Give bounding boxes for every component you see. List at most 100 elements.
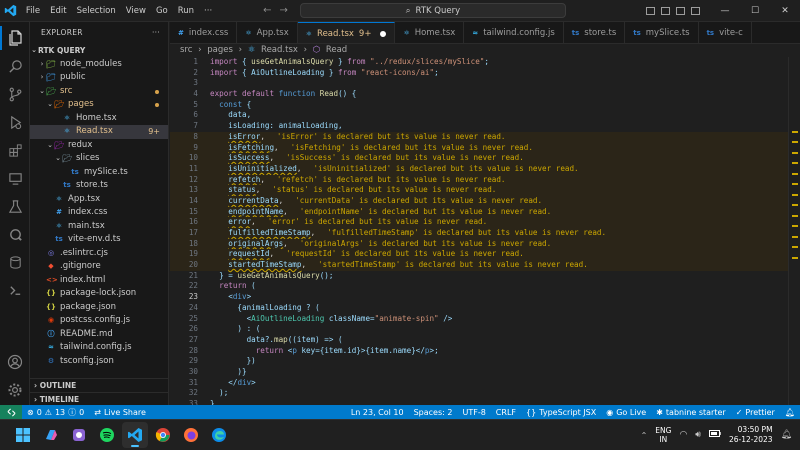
outline-section[interactable]: › OUTLINE <box>30 378 169 391</box>
wifi-icon[interactable]: ◠ <box>679 430 687 440</box>
file-item[interactable]: ts mySlice.ts <box>30 166 168 180</box>
cursor-position[interactable]: Ln 23, Col 10 <box>346 408 409 417</box>
code-line[interactable]: 2 import { AiOutlineLoading } from "react… <box>170 68 800 79</box>
folder-item[interactable]: › 📁︎ node_modules <box>30 58 168 72</box>
problems-status[interactable]: ⊗ 0 ⚠ 13 ⓘ 0 <box>22 407 89 418</box>
code-line[interactable]: 14 currentData,'currentData' is declared… <box>170 195 800 207</box>
code-line[interactable]: 5 const { <box>170 100 800 111</box>
encoding[interactable]: UTF-8 <box>457 408 490 417</box>
code-line[interactable]: 31 </div> <box>170 378 800 389</box>
notifications-bell-icon[interactable]: 🔔︎ <box>780 408 800 417</box>
accounts-icon[interactable] <box>0 350 30 374</box>
code-line[interactable]: 26 ) : ( <box>170 324 800 335</box>
end-of-line[interactable]: CRLF <box>491 408 521 417</box>
firefox-icon[interactable] <box>178 422 204 448</box>
clock[interactable]: 03:50 PM 26-12-2023 <box>729 425 773 445</box>
battery-icon[interactable] <box>708 430 721 440</box>
close-icon[interactable]: ✕ <box>770 0 800 22</box>
live-share-status[interactable]: ⇄ Live Share <box>89 408 151 417</box>
menu-edit[interactable]: Edit <box>45 0 71 22</box>
code-line[interactable]: 13 status,'status' is declared but its v… <box>170 185 800 196</box>
forward-arrow-icon[interactable]: → <box>280 5 288 16</box>
file-item[interactable]: <> index.html <box>30 274 168 288</box>
folder-item[interactable]: ⌄ 📂︎ redux <box>30 139 168 153</box>
menu-go[interactable]: Go <box>151 0 173 22</box>
breadcrumb-pages[interactable]: pages <box>207 45 233 55</box>
files-icon[interactable] <box>0 26 30 50</box>
file-item[interactable]: ⚛ Home.tsx <box>30 112 168 126</box>
testing-icon[interactable] <box>0 194 30 218</box>
file-item[interactable]: ⓘ README.md <box>30 328 168 342</box>
menu-file[interactable]: File <box>21 0 45 22</box>
code-editor[interactable]: 1 import { useGetAnimalsQuery } from "../… <box>170 57 800 408</box>
file-item[interactable]: {} package-lock.json <box>30 287 168 301</box>
file-item[interactable]: ts vite-env.d.ts <box>30 233 168 247</box>
code-line[interactable]: 15 endpointName,'endpointName' is declar… <box>170 206 800 218</box>
menu-view[interactable]: View <box>121 0 151 22</box>
code-line[interactable]: 20 startedTimeStamp,'startedTimeStamp' i… <box>170 260 800 271</box>
code-line[interactable]: 11 isUninitialized,'isUninitialized' is … <box>170 163 800 175</box>
remote-explorer-icon[interactable] <box>0 166 30 190</box>
file-item[interactable]: ⚛ App.tsx <box>30 193 168 207</box>
code-line[interactable]: 22 return ( <box>170 281 800 292</box>
editor-tab[interactable]: ⚛ Home.tsx <box>395 22 465 43</box>
source-control-icon[interactable] <box>0 82 30 106</box>
menu-more[interactable]: ··· <box>199 0 217 22</box>
editor-tab[interactable]: # index.css <box>170 22 238 43</box>
manage-gear-icon[interactable] <box>0 378 30 402</box>
file-item[interactable]: ⚛ main.tsx <box>30 220 168 234</box>
toggle-panel-icon[interactable] <box>661 6 670 15</box>
volume-icon[interactable]: 🔊︎ <box>695 430 701 440</box>
file-item[interactable]: ◆ .gitignore <box>30 260 168 274</box>
copilot-icon[interactable] <box>38 422 64 448</box>
folder-item[interactable]: ⌄ 📂︎ pages <box>30 98 168 112</box>
code-line[interactable]: 32 ); <box>170 388 800 399</box>
spotify-icon[interactable] <box>94 422 120 448</box>
file-item[interactable]: ⚙ tsconfig.json <box>30 355 168 369</box>
breadcrumb-file[interactable]: Read.tsx <box>261 45 298 55</box>
editor-overview-ruler[interactable] <box>788 57 800 405</box>
toggle-secondary-sidebar-icon[interactable] <box>676 6 685 15</box>
minimize-icon[interactable]: — <box>710 0 740 22</box>
code-line[interactable]: 3 <box>170 78 800 89</box>
code-line[interactable]: 30 )} <box>170 367 800 378</box>
search-icon[interactable] <box>0 54 30 78</box>
run-debug-icon[interactable] <box>0 110 30 134</box>
terminal-icon[interactable] <box>0 278 30 302</box>
folder-item[interactable]: ⌄ 📂︎ slices <box>30 152 168 166</box>
language-mode[interactable]: {} TypeScript JSX <box>521 408 601 417</box>
editor-tab[interactable]: ⚛ App.tsx <box>237 22 298 43</box>
back-arrow-icon[interactable]: ← <box>263 5 271 16</box>
file-item[interactable]: ◉ postcss.config.js <box>30 314 168 328</box>
editor-tab[interactable]: ⚛ Read.tsx 9+ <box>297 22 396 43</box>
code-line[interactable]: 25 <AiOutlineLoading className="animate-… <box>170 314 800 325</box>
menu-run[interactable]: Run <box>173 0 199 22</box>
code-line[interactable]: 23 <div> <box>170 292 800 303</box>
code-line[interactable]: 4 export default function Read() { <box>170 89 800 100</box>
command-center-search[interactable]: ⌕ RTK Query <box>299 3 566 18</box>
folder-item[interactable]: › 📁︎ public <box>30 71 168 85</box>
code-line[interactable]: 29 }) <box>170 356 800 367</box>
tabnine-status[interactable]: ✱ tabnine starter <box>651 408 731 417</box>
timeline-section[interactable]: › TIMELINE <box>30 392 169 405</box>
more-actions-icon[interactable]: ··· <box>152 22 160 44</box>
code-line[interactable]: 28 return <p key={item.id}>{item.name}</… <box>170 346 800 357</box>
maximize-icon[interactable]: ☐ <box>740 0 770 22</box>
extensions-icon[interactable] <box>0 138 30 162</box>
file-item[interactable]: {} package.json <box>30 301 168 315</box>
file-item[interactable]: ≈ tailwind.config.js <box>30 341 168 355</box>
breadcrumb-src[interactable]: src <box>180 45 192 55</box>
file-item[interactable]: # index.css <box>30 206 168 220</box>
code-line[interactable]: 24 {animalLoading ? ( <box>170 303 800 314</box>
folder-item[interactable]: ⌄ 📂︎ src <box>30 85 168 99</box>
code-line[interactable]: 16 error,'error' is declared but its val… <box>170 217 800 228</box>
code-line[interactable]: 27 data?.map((item) => ( <box>170 335 800 346</box>
file-item[interactable]: ◎ .eslintrc.cjs <box>30 247 168 261</box>
notification-center-icon[interactable]: 🔔︎ <box>781 430 792 440</box>
windows-start-icon[interactable] <box>10 422 36 448</box>
chrome-icon[interactable] <box>150 422 176 448</box>
edge-icon[interactable] <box>206 422 232 448</box>
indentation[interactable]: Spaces: 2 <box>409 408 458 417</box>
vscode-icon[interactable] <box>122 422 148 448</box>
database-icon[interactable] <box>0 250 30 274</box>
